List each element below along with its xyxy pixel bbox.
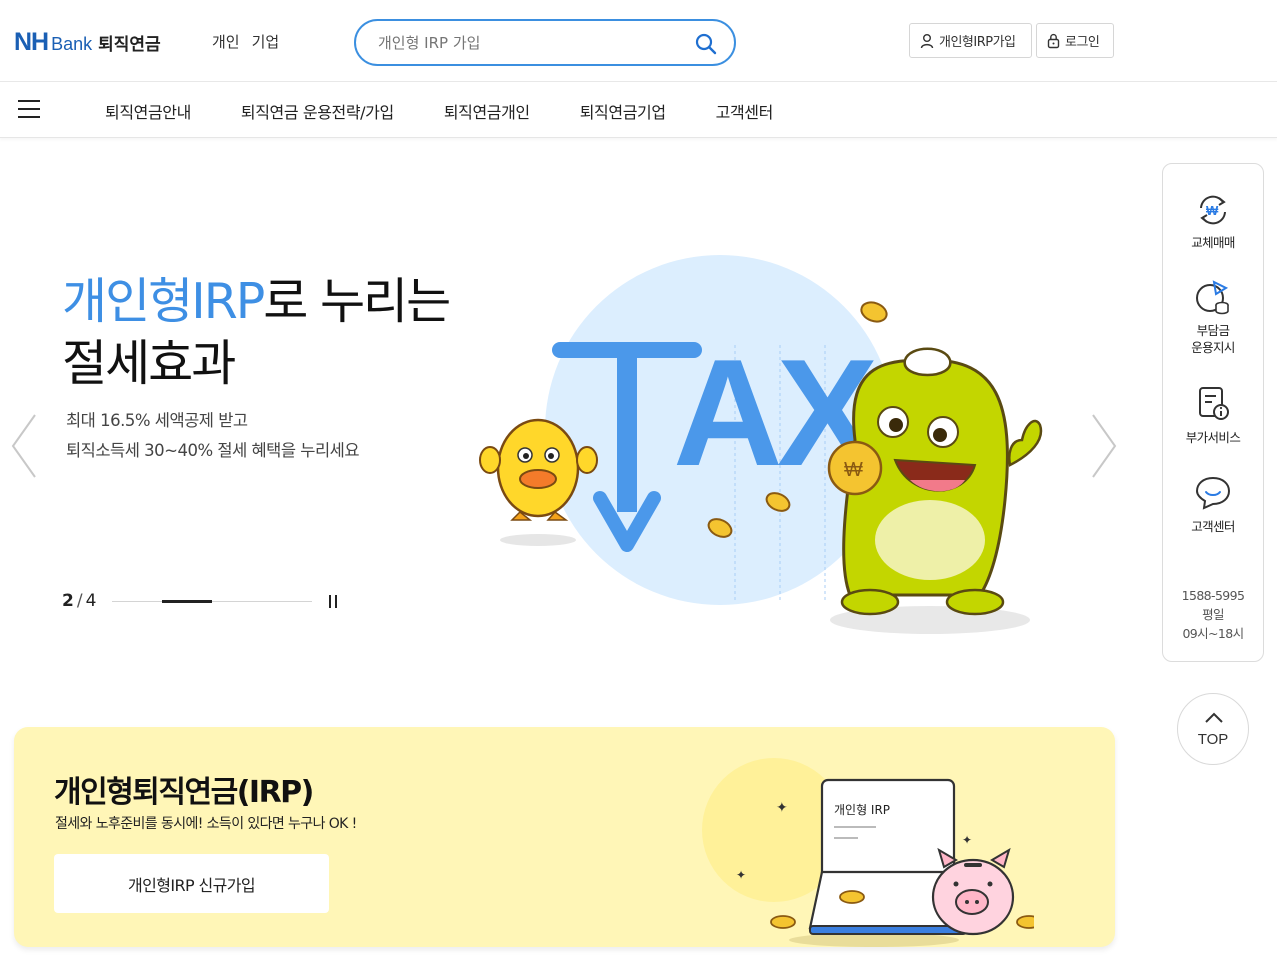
irp-subtitle: 절세와 노후준비를 동시에! 소득이 있다면 누구나 OK !: [55, 816, 357, 832]
svg-text:₩: ₩: [844, 459, 863, 481]
main-navigation: 퇴직연금안내 퇴직연금 운용전략/가입 퇴직연금개인 퇴직연금기업 고객센터: [0, 82, 1277, 138]
gnb-item-guide[interactable]: 퇴직연금안내: [105, 99, 191, 123]
total-slides: 4: [85, 591, 97, 611]
top-links: 개인 기업: [212, 31, 279, 52]
gnb-item-corporate[interactable]: 퇴직연금기업: [580, 99, 666, 123]
quick-item-contribution-line2: 운용지시: [1191, 340, 1235, 355]
search-input[interactable]: [378, 31, 678, 55]
quick-item-extra-service[interactable]: 부가서비스: [1163, 385, 1263, 446]
top-button[interactable]: TOP: [1177, 693, 1249, 765]
irp-join-label: 개인형IRP가입: [939, 35, 1016, 50]
menu-icon[interactable]: [18, 100, 40, 118]
irp-signup-button[interactable]: 개인형IRP 신규가입: [54, 854, 329, 913]
hero-title: 개인형IRP로 누리는 절세효과: [62, 271, 451, 395]
link-corporate[interactable]: 기업: [252, 31, 280, 52]
pager-separator: /: [76, 591, 83, 611]
call-center-phone: 1588-5995: [1181, 588, 1245, 603]
quick-item-customer-center[interactable]: 고객센터: [1163, 474, 1263, 535]
svg-text:✦: ✦: [776, 800, 788, 816]
irp-banner: 개인형퇴직연금(IRP) 절세와 노후준비를 동시에! 소득이 있다면 누구나 …: [14, 727, 1115, 947]
hero-subtitle: 최대 16.5% 세액공제 받고 퇴직소득세 30~40% 절세 혜택을 누리세…: [66, 406, 360, 466]
quick-item-contribution-line1: 부담금: [1196, 323, 1230, 338]
document-info-icon: [1199, 387, 1229, 420]
next-slide-icon[interactable]: [1091, 413, 1117, 479]
slide-pager: 2 / 4: [62, 591, 96, 611]
pause-icon[interactable]: [326, 595, 340, 609]
login-label: 로그인: [1065, 35, 1100, 50]
logo-bank: Bank: [51, 34, 93, 54]
call-center-hours-label: 평일: [1202, 607, 1224, 622]
user-icon: [920, 33, 934, 48]
header: NH Bank 퇴직연금 개인 기업 개인형IRP가입 로그인: [0, 0, 1277, 82]
hero-title-rest: 로 누리는: [263, 273, 451, 330]
exchange-icon: ₩: [1200, 195, 1226, 225]
irp-join-button[interactable]: 개인형IRP가입: [909, 23, 1032, 58]
quick-item-exchange[interactable]: ₩ 교체매매: [1163, 192, 1263, 251]
svg-text:✦: ✦: [736, 868, 746, 882]
current-slide: 2: [62, 591, 74, 611]
call-center-hours: 09시~18시: [1182, 626, 1244, 641]
hero-title-line2: 절세효과: [62, 335, 236, 392]
logo-service-name: 퇴직연금: [98, 35, 161, 55]
search-box: [354, 19, 736, 66]
slide-progress-bar: [112, 600, 312, 603]
gnb-menu: 퇴직연금안내 퇴직연금 운용전략/가입 퇴직연금개인 퇴직연금기업 고객센터: [105, 99, 823, 123]
lock-icon: [1047, 33, 1060, 48]
prev-slide-icon[interactable]: [11, 413, 37, 479]
gnb-item-strategy[interactable]: 퇴직연금 운용전략/가입: [241, 99, 394, 123]
quick-menu: ₩ 교체매매 부담금 운용지시 부가서비스 고객센터 1588-5995 평일 …: [1162, 163, 1264, 662]
irp-illustration: ✦ ✦ ✦ 개인형 IRP: [702, 758, 1034, 947]
link-personal[interactable]: 개인: [212, 31, 240, 52]
irp-card-label: 개인형 IRP: [834, 803, 890, 817]
call-center-info: 1588-5995 평일 09시~18시: [1163, 586, 1263, 643]
quick-item-customer-center-label: 고객센터: [1191, 519, 1235, 534]
svg-text:₩: ₩: [1206, 203, 1219, 218]
hero-illustration: AX ₩: [479, 255, 1043, 634]
gnb-item-customer-center[interactable]: 고객센터: [716, 99, 774, 123]
chart-coin-icon: [1196, 280, 1229, 315]
hero-sub-line2: 퇴직소득세 30~40% 절세 혜택을 누리세요: [66, 441, 360, 460]
logo-nh: NH: [14, 28, 49, 56]
quick-item-contribution[interactable]: 부담금 운용지시: [1163, 278, 1263, 356]
hero-title-highlight: 개인형IRP: [62, 273, 265, 330]
hero-sub-line1: 최대 16.5% 세액공제 받고: [66, 411, 248, 430]
irp-title: 개인형퇴직연금(IRP): [54, 775, 314, 810]
svg-text:✦: ✦: [962, 833, 972, 847]
gnb-item-personal[interactable]: 퇴직연금개인: [444, 99, 530, 123]
login-button[interactable]: 로그인: [1036, 23, 1114, 58]
chevron-up-icon: [1205, 712, 1223, 723]
slide-progress-fill: [162, 600, 212, 603]
logo[interactable]: NH Bank 퇴직연금: [14, 28, 161, 57]
chat-icon: [1195, 476, 1231, 510]
quick-item-exchange-label: 교체매매: [1191, 235, 1235, 250]
top-button-label: TOP: [1197, 731, 1229, 748]
search-icon[interactable]: [694, 32, 718, 56]
quick-item-extra-service-label: 부가서비스: [1185, 430, 1241, 445]
